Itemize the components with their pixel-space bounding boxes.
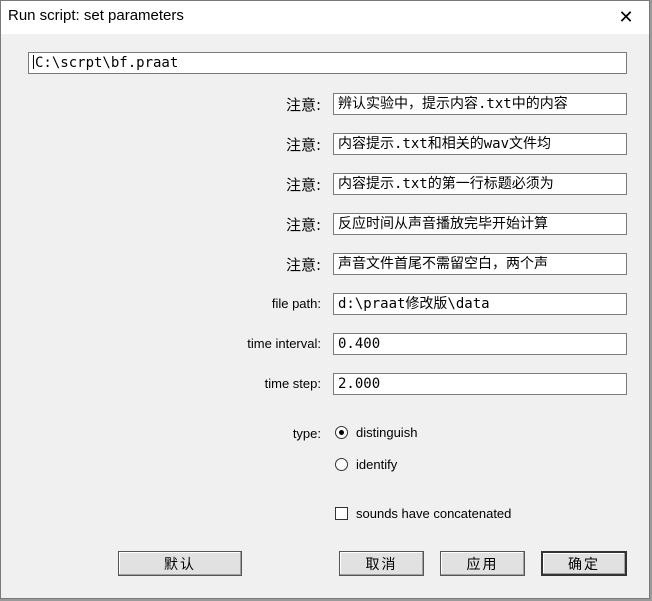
radio-distinguish-label[interactable]: distinguish	[356, 425, 417, 440]
concatenated-checkbox-label[interactable]: sounds have concatenated	[356, 506, 511, 521]
radio-distinguish[interactable]	[335, 426, 348, 439]
note-field-2[interactable]: 内容提示.txt和相关的wav文件均	[333, 133, 627, 155]
note-label-5: 注意:	[285, 256, 321, 274]
run-script-dialog: Run script: set parameters ✕ C:\scrpt\bf…	[0, 0, 650, 599]
close-button[interactable]: ✕	[603, 1, 649, 34]
script-path-input[interactable]: C:\scrpt\bf.praat	[28, 52, 627, 74]
radio-identify[interactable]	[335, 458, 348, 471]
note-label-3: 注意:	[285, 176, 321, 194]
window-title: Run script: set parameters	[8, 7, 184, 24]
radio-identify-label[interactable]: identify	[356, 457, 397, 472]
note-field-4[interactable]: 反应时间从声音播放完毕开始计算	[333, 213, 627, 235]
type-label: type:	[292, 426, 321, 441]
ok-button[interactable]: 确定	[541, 551, 627, 576]
time-interval-label: time interval:	[247, 336, 321, 351]
note-field-3[interactable]: 内容提示.txt的第一行标题必须为	[333, 173, 627, 195]
script-path-value: C:\scrpt\bf.praat	[35, 55, 179, 71]
file-path-input[interactable]: d:\praat修改版\data	[333, 293, 627, 315]
time-interval-input[interactable]: 0.400	[333, 333, 627, 355]
radio-selected-dot	[339, 430, 344, 435]
time-step-label: time step:	[264, 376, 321, 391]
apply-button[interactable]: 应用	[440, 551, 525, 576]
note-label-4: 注意:	[285, 216, 321, 234]
close-icon: ✕	[618, 7, 634, 28]
note-field-1[interactable]: 辨认实验中，提示内容.txt中的内容	[333, 93, 627, 115]
text-caret	[33, 55, 34, 69]
file-path-label: file path:	[271, 296, 321, 311]
note-label-1: 注意:	[285, 96, 321, 114]
note-field-5[interactable]: 声音文件首尾不需留空白，两个声	[333, 253, 627, 275]
default-button[interactable]: 默认	[118, 551, 242, 576]
title-bar: Run script: set parameters ✕	[1, 1, 649, 34]
concatenated-checkbox[interactable]	[335, 507, 348, 520]
time-step-input[interactable]: 2.000	[333, 373, 627, 395]
note-label-2: 注意:	[285, 136, 321, 154]
cancel-button[interactable]: 取消	[339, 551, 424, 576]
